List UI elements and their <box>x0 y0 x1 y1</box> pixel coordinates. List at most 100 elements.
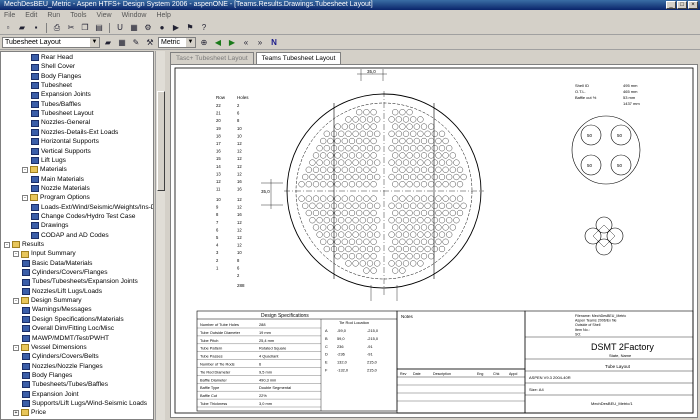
tab-teams-layout[interactable]: Teams Tubesheet Layout <box>255 52 342 64</box>
tree-item[interactable]: Nozzles/Nozzle Flanges <box>22 362 103 371</box>
menu-edit[interactable]: Edit <box>25 12 37 19</box>
print-icon[interactable]: ⎙ <box>51 22 63 33</box>
settings-icon[interactable]: ⚙ <box>142 22 154 33</box>
menu-tools[interactable]: Tools <box>70 12 86 19</box>
tree-item[interactable]: Nozzle Materials <box>31 184 90 193</box>
row-hole-count: 12 <box>237 171 242 176</box>
expand-icon[interactable]: + <box>13 409 19 416</box>
back-arrow-icon[interactable]: ◀ <box>212 37 224 48</box>
tree-item[interactable]: Rear Head <box>31 53 73 62</box>
tree-item[interactable]: Change Codes/Hydro Test Case <box>31 212 135 221</box>
menu-run[interactable]: Run <box>47 12 60 19</box>
tube-hole <box>370 253 377 260</box>
tool-icon[interactable]: ⚒ <box>144 37 156 48</box>
zoom-icon[interactable]: ⊕ <box>198 37 210 48</box>
row-number: 7 <box>216 220 219 225</box>
collapse-icon[interactable]: - <box>22 194 28 201</box>
save-icon[interactable]: ▪ <box>30 22 42 33</box>
tube-hole <box>359 231 366 238</box>
tree-item[interactable]: CODAP and AD Codes <box>31 231 109 240</box>
tree-item[interactable]: Cylinders/Covers/Belts <box>22 352 99 361</box>
spec-value: 19 mm <box>259 330 271 335</box>
tree-item[interactable]: Shell Cover <box>31 62 75 71</box>
tube-hole <box>359 159 366 166</box>
form-icon <box>31 231 39 239</box>
navigation-tree[interactable]: Rear Head Shell Cover Body Flanges Tubeshee… <box>0 51 154 420</box>
tree-item[interactable]: Overall Dim/Fitting Loc/Misc <box>22 324 114 333</box>
tree-item[interactable]: - Input Summary <box>13 249 76 258</box>
tree-item[interactable]: Nozzles-General <box>31 118 90 127</box>
tree-item[interactable]: Body Flanges <box>31 72 81 81</box>
tree-item[interactable]: Tubesheet <box>31 81 72 90</box>
tree-scrollbar[interactable] <box>155 51 165 420</box>
tree-item[interactable]: Vertical Supports <box>31 147 91 156</box>
tree-item[interactable]: Basic Data/Materials <box>22 259 92 268</box>
collapse-icon[interactable]: - <box>13 344 19 351</box>
tree-item[interactable]: MAWP/MDMT/Test/PWHT <box>22 334 109 343</box>
tube-hole <box>366 202 374 209</box>
menu-help[interactable]: Help <box>156 12 170 19</box>
tree-item[interactable]: Design Specifications/Materials <box>22 315 124 324</box>
run-icon[interactable]: ▶ <box>170 22 182 33</box>
tree-item[interactable]: - Program Options <box>22 193 90 202</box>
next-input-icon[interactable]: N <box>268 37 280 48</box>
edit-icon[interactable]: ✎ <box>130 37 142 48</box>
paste-icon[interactable]: ▤ <box>93 22 105 33</box>
tube-hole <box>341 253 348 260</box>
tree-item-label: Warnings/Messages <box>32 306 92 314</box>
tree-item[interactable]: - Materials <box>22 165 67 174</box>
folder-up-icon[interactable]: ▰ <box>102 37 114 48</box>
cut-icon[interactable]: ✂ <box>65 22 77 33</box>
minimize-icon[interactable]: _ <box>666 1 676 9</box>
tree-item[interactable]: Supports/Lift Lugs/Wind-Seismic Loads <box>22 399 147 408</box>
tube-hole <box>359 202 366 209</box>
scrollbar-thumb[interactable] <box>157 91 165 191</box>
units-icon[interactable]: U <box>114 22 126 33</box>
tree-item[interactable]: Expansion Joints <box>31 90 91 99</box>
tree-item[interactable]: Nozzles/Lift Lugs/Loads <box>22 287 102 296</box>
units-select[interactable]: Metric ▼ <box>158 37 196 48</box>
collapse-icon[interactable]: - <box>22 166 28 173</box>
collapse-icon[interactable]: - <box>13 251 19 258</box>
tree-item[interactable]: Nozzles-Details-Ext Loads <box>31 128 118 137</box>
nav-form-select[interactable]: Tubesheet Layout ▼ <box>2 37 100 48</box>
tree-item[interactable]: Expansion Joint <box>22 390 79 399</box>
copy-icon[interactable]: ❐ <box>79 22 91 33</box>
tree-item[interactable]: - Results <box>4 240 44 249</box>
tree-item[interactable]: Tubes/Baffles <box>31 100 81 109</box>
calculator-icon[interactable]: ▦ <box>128 22 140 33</box>
help-icon[interactable]: ? <box>198 22 210 33</box>
forward-arrow-icon[interactable]: ▶ <box>226 37 238 48</box>
tree-item[interactable]: - Vessel Dimensions <box>13 343 87 352</box>
tree-item[interactable]: Warnings/Messages <box>22 305 92 314</box>
tree-item[interactable]: Loads-Ext/Wind/Seismic/Weights/Ins-Der <box>31 203 153 212</box>
stop-icon[interactable]: ● <box>156 22 168 33</box>
grid-icon[interactable]: ▦ <box>116 37 128 48</box>
tree-item[interactable]: Drawings <box>31 221 68 230</box>
tube-hole <box>388 173 395 181</box>
tab-tasc-layout[interactable]: Tasc+ Tubesheet Layout <box>170 52 254 64</box>
tree-item[interactable]: Cylinders/Covers/Flanges <box>22 268 108 277</box>
tree-item[interactable]: Tubesheets/Tubes/Baffles <box>22 380 108 389</box>
tree-item[interactable]: Horizontal Supports <box>31 137 99 146</box>
maximize-icon[interactable]: □ <box>677 1 687 9</box>
tree-item[interactable]: Tubes/Tubesheets/Expansion Joints <box>22 277 138 286</box>
menu-window[interactable]: Window <box>122 12 147 19</box>
first-page-icon[interactable]: « <box>240 37 252 48</box>
collapse-icon[interactable]: - <box>4 241 10 248</box>
tree-item[interactable]: Body Flanges <box>22 371 72 380</box>
menu-file[interactable]: File <box>4 12 15 19</box>
tree-item[interactable]: Main Materials <box>31 175 84 184</box>
flag-icon[interactable]: ⚑ <box>184 22 196 33</box>
tree-item[interactable]: Tubesheet Layout <box>31 109 94 118</box>
menu-view[interactable]: View <box>97 12 112 19</box>
close-icon[interactable]: × <box>688 1 698 9</box>
tree-item[interactable]: - Design Summary <box>13 296 82 305</box>
collapse-icon[interactable]: - <box>13 297 19 304</box>
new-file-icon[interactable]: ▫ <box>2 22 14 33</box>
tube-hole <box>435 166 442 173</box>
last-page-icon[interactable]: » <box>254 37 266 48</box>
tree-item[interactable]: Lift Lugs <box>31 156 66 165</box>
open-folder-icon[interactable]: ▰ <box>16 22 28 33</box>
tree-item[interactable]: + Price <box>13 408 46 417</box>
